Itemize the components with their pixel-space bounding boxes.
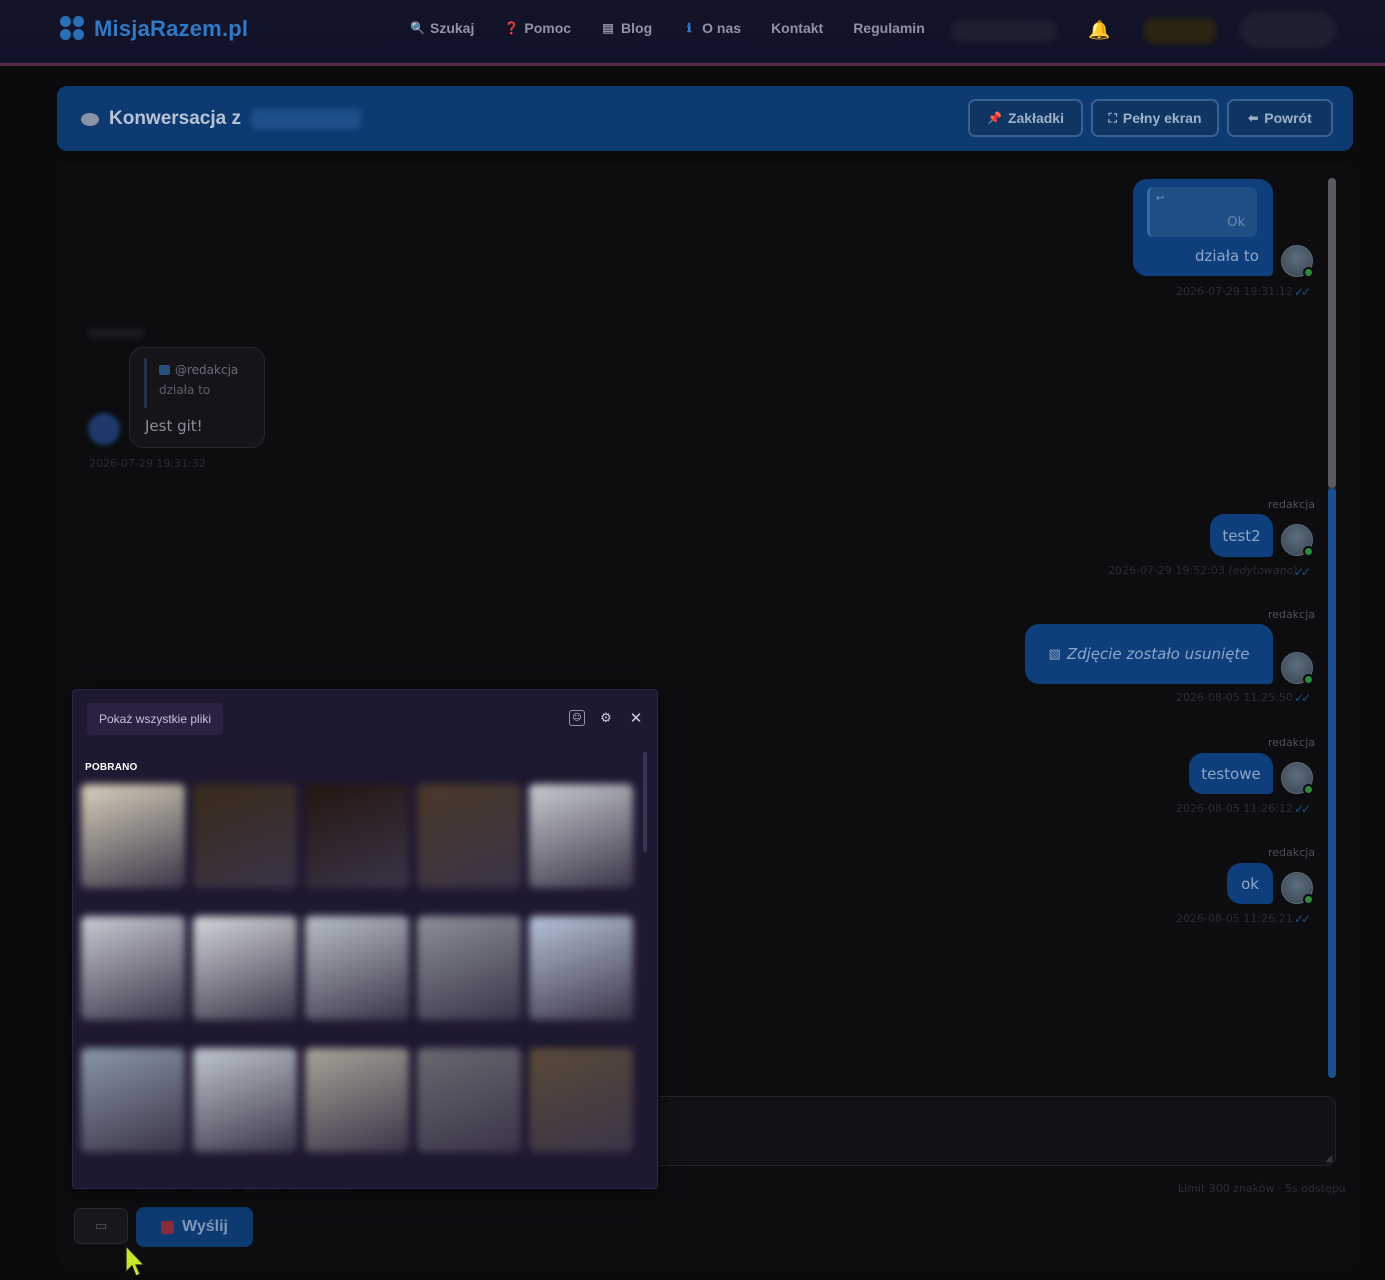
file-picker-popup: Pokaż wszystkie pliki ☺ ⚙ ✕ POBRANO	[72, 689, 658, 1189]
nav-points-badge[interactable]	[1144, 18, 1216, 44]
file-thumbnail[interactable]	[193, 916, 297, 1020]
read-receipt-icon: ✓✓	[1294, 912, 1311, 926]
online-status-dot	[1303, 894, 1314, 905]
message-input[interactable]: ◢	[650, 1096, 1336, 1166]
avatar	[1281, 245, 1314, 278]
chat-scrollbar-thumb[interactable]	[1328, 488, 1336, 1078]
avatar	[1281, 652, 1314, 685]
read-receipt-icon: ✓✓	[1294, 285, 1311, 299]
chat-scrollbar[interactable]	[1328, 178, 1336, 1078]
message-sender: redakcja	[1268, 498, 1315, 511]
read-receipt-icon: ✓✓	[1294, 565, 1311, 579]
read-receipt-icon: ✓✓	[1294, 802, 1311, 816]
chat-bubble-icon	[81, 112, 99, 126]
section-title: POBRANO	[85, 762, 138, 773]
site-logo[interactable]: MisjaRazem.pl	[60, 16, 248, 42]
nav-menu: 🔍 Szukaj ❓ Pomoc ▤ Blog ℹO nas Kontakt Regu…	[410, 20, 925, 36]
message-timestamp: 2026-07-29 19:52:03 (edytowano)	[1108, 564, 1298, 577]
message-bubble-outgoing[interactable]: testowe	[1189, 753, 1273, 794]
fullscreen-icon: ⛶	[1108, 110, 1117, 125]
show-all-files-button[interactable]: Pokaż wszystkie pliki	[87, 703, 224, 735]
reply-icon	[159, 365, 170, 375]
file-thumbnail[interactable]	[417, 784, 521, 888]
read-receipt-icon: ✓✓	[1294, 691, 1311, 705]
conversation-header: Konwersacja z 📌 Zakładki ⛶ Pełny ekran ⬅…	[57, 86, 1353, 151]
quoted-message[interactable]: ↩ Ok	[1147, 187, 1257, 237]
online-status-dot	[1303, 546, 1314, 557]
message-timestamp: 2026-07-29 19:31:32	[89, 457, 206, 470]
nav-item-search[interactable]: 🔍 Szukaj	[410, 20, 474, 36]
logo-icon	[60, 16, 86, 42]
file-thumbnail[interactable]	[305, 916, 409, 1020]
message-timestamp: 2026-08-05 11:25:50	[1176, 691, 1293, 704]
help-icon: ❓	[504, 21, 520, 35]
blog-icon: ▤	[602, 21, 614, 35]
message-bubble-incoming[interactable]: @redakcja działa to Jest git!	[129, 347, 265, 448]
file-thumbnail[interactable]	[417, 1048, 521, 1152]
file-thumbnail[interactable]	[529, 916, 633, 1020]
emoji-icon[interactable]: ☺	[569, 710, 585, 726]
file-thumbnail[interactable]	[305, 784, 409, 888]
file-thumbnail[interactable]	[529, 784, 633, 888]
mouse-cursor-icon	[125, 1244, 146, 1277]
image-picker-button[interactable]: ▭	[74, 1208, 128, 1244]
search-icon: 🔍	[410, 21, 425, 35]
avatar	[1281, 524, 1314, 557]
message-bubble-outgoing[interactable]: ok	[1227, 863, 1273, 904]
avatar	[1281, 762, 1314, 795]
file-thumbnail[interactable]	[193, 1048, 297, 1152]
online-status-dot	[1303, 267, 1314, 278]
nav-item-help[interactable]: ❓ Pomoc	[504, 20, 571, 36]
picker-scrollbar[interactable]	[643, 752, 647, 852]
file-thumbnail[interactable]	[193, 784, 297, 888]
message-bubble-outgoing[interactable]: ▧ Zdjęcie zostało usunięte	[1025, 624, 1273, 684]
message-timestamp: 2026-08-05 11:26:12	[1176, 802, 1293, 815]
online-status-dot	[1303, 784, 1314, 795]
nav-blurred-item[interactable]	[952, 20, 1056, 42]
resize-handle-icon[interactable]: ◢	[1325, 1154, 1332, 1164]
file-thumbnail[interactable]	[305, 1048, 409, 1152]
send-button[interactable]: Wyślij	[136, 1207, 253, 1247]
back-arrow-icon: ⬅	[1248, 111, 1259, 125]
deleted-image-icon: ▧	[1048, 646, 1061, 662]
user-avatar-menu[interactable]	[1240, 12, 1336, 48]
conversation-partner-name	[251, 109, 361, 129]
reply-icon: ↩	[1156, 193, 1165, 204]
quoted-message[interactable]: @redakcja działa to	[144, 358, 254, 408]
send-icon	[161, 1220, 175, 1234]
bell-icon[interactable]: 🔔	[1088, 20, 1110, 41]
top-navbar: MisjaRazem.pl 🔍 Szukaj ❓ Pomoc ▤ Blog ℹO na…	[0, 0, 1385, 66]
info-icon: ℹ	[686, 21, 692, 35]
image-icon: ▭	[94, 1218, 108, 1234]
message-sender: redakcja	[1268, 846, 1315, 859]
message-sender: redakcja	[1268, 608, 1315, 621]
avatar	[88, 413, 120, 445]
close-icon[interactable]: ✕	[628, 709, 644, 727]
pin-icon: 📌	[987, 111, 1002, 125]
message-sender-blurred	[88, 328, 144, 338]
file-thumbnail[interactable]	[81, 784, 185, 888]
file-thumbnail[interactable]	[81, 916, 185, 1020]
gear-icon[interactable]: ⚙	[598, 710, 614, 726]
file-thumbnail[interactable]	[529, 1048, 633, 1152]
logo-text: MisjaRazem.pl	[94, 16, 249, 41]
avatar	[1281, 872, 1314, 905]
conversation-title: Konwersacja z	[81, 108, 361, 130]
message-sender: redakcja	[1268, 736, 1315, 749]
nav-item-blog[interactable]: ▤ Blog	[601, 20, 652, 36]
nav-item-terms[interactable]: Regulamin	[853, 20, 925, 36]
bookmarks-button[interactable]: 📌 Zakładki	[968, 99, 1083, 137]
nav-item-about[interactable]: ℹO nas	[682, 20, 741, 36]
file-thumbnail[interactable]	[417, 916, 521, 1020]
message-timestamp: 2026-07-29 19:31:12	[1176, 285, 1293, 298]
message-bubble-outgoing[interactable]: ↩ Ok działa to	[1133, 179, 1273, 276]
file-thumbnail[interactable]	[81, 1048, 185, 1152]
online-status-dot	[1303, 674, 1314, 685]
back-button[interactable]: ⬅ Powrót	[1227, 99, 1333, 137]
character-limit-info: Limit 300 znaków · 5s odstępu	[1178, 1182, 1346, 1195]
message-timestamp: 2026-08-05 11:26:21	[1176, 912, 1293, 925]
fullscreen-button[interactable]: ⛶ Pełny ekran	[1091, 99, 1219, 137]
message-bubble-outgoing[interactable]: test2	[1210, 514, 1273, 557]
nav-item-contact[interactable]: Kontakt	[771, 20, 823, 36]
